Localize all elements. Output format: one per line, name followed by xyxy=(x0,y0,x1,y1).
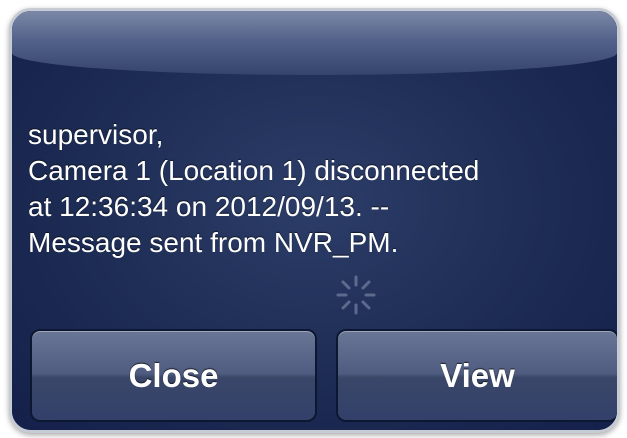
alert-gloss-header xyxy=(12,11,617,75)
message-line: Message sent from NVR_PM. xyxy=(28,227,399,258)
message-line: supervisor, xyxy=(28,119,164,150)
activity-spinner-icon xyxy=(336,275,376,315)
view-button[interactable]: View xyxy=(336,329,617,422)
alert-message: supervisor, Camera 1 (Location 1) discon… xyxy=(28,117,613,261)
close-button[interactable]: Close xyxy=(30,329,317,422)
message-line: Camera 1 (Location 1) disconnected xyxy=(28,155,480,186)
view-button-label: View xyxy=(440,356,515,394)
close-button-label: Close xyxy=(128,356,219,394)
message-line: at 12:36:34 on 2012/09/13. -- xyxy=(28,191,390,222)
alert-dialog: supervisor, Camera 1 (Location 1) discon… xyxy=(9,8,620,433)
